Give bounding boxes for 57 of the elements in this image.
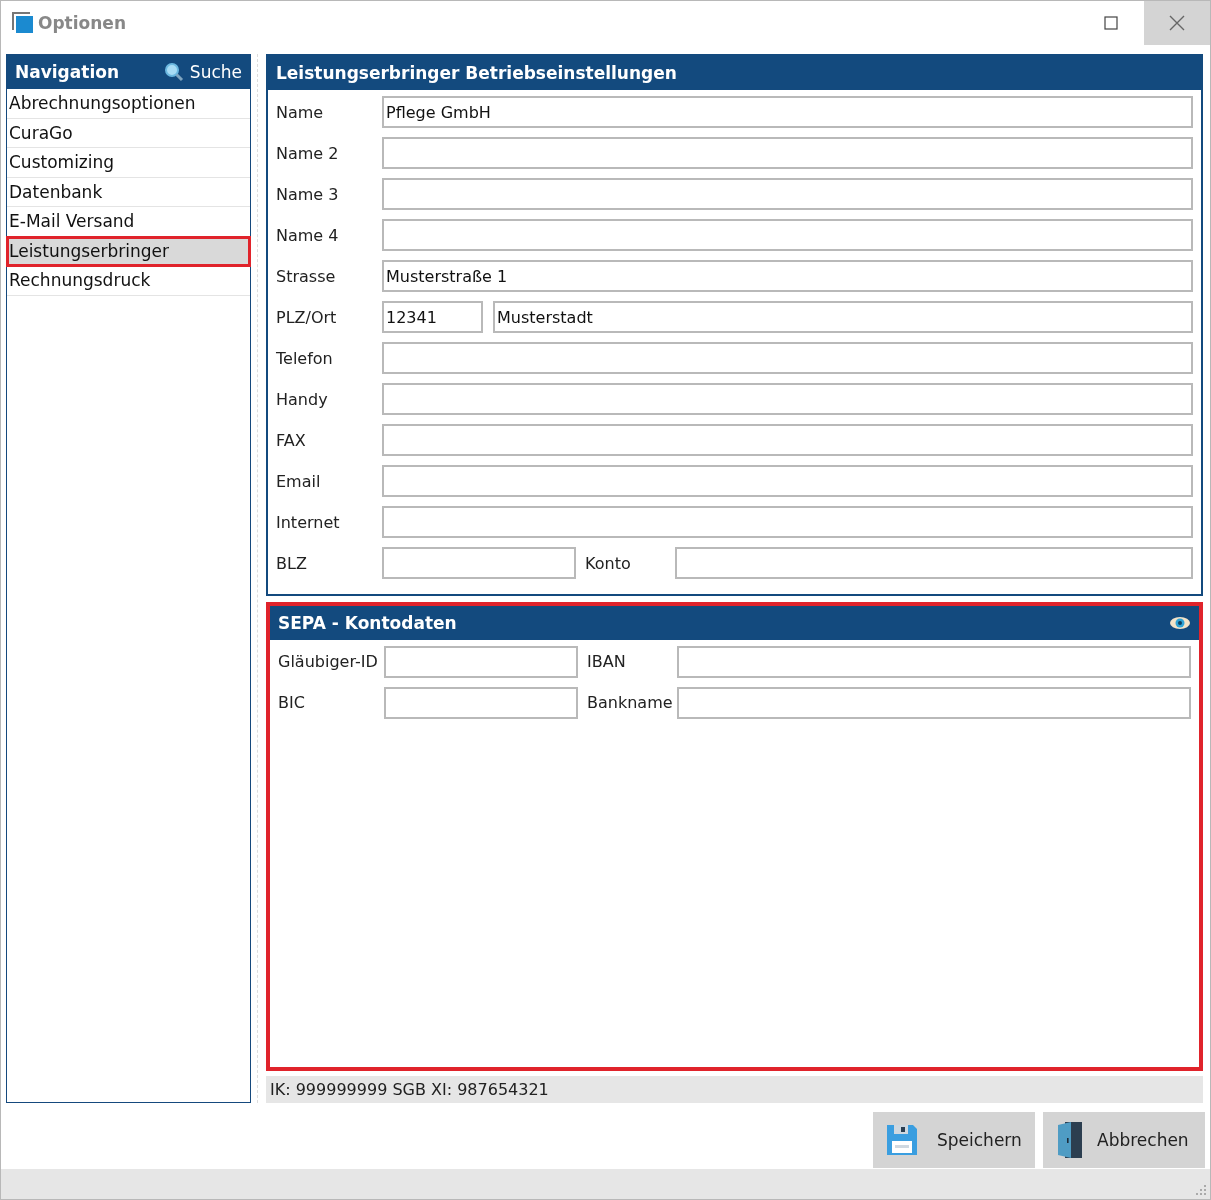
field-label: PLZ/Ort bbox=[276, 307, 338, 327]
nav-item[interactable]: Leistungserbringer bbox=[7, 236, 250, 266]
resize-grip-icon[interactable] bbox=[1196, 1185, 1206, 1195]
text-field[interactable] bbox=[382, 342, 1193, 374]
field-label: Konto bbox=[584, 553, 632, 573]
field-label: Gläubiger-ID bbox=[278, 652, 379, 672]
field-label: BIC bbox=[278, 693, 306, 713]
text-field[interactable] bbox=[384, 686, 578, 719]
field-label: Name 4 bbox=[276, 225, 340, 245]
app-icon bbox=[12, 12, 34, 34]
text-field[interactable] bbox=[382, 506, 1193, 538]
save-button[interactable]: Speichern bbox=[873, 1112, 1035, 1168]
window-title: Optionen bbox=[38, 13, 127, 33]
status-bar: IK: 999999999 SGB XI: 987654321 bbox=[266, 1076, 1203, 1103]
text-field[interactable] bbox=[382, 178, 1193, 210]
field-label: Name bbox=[276, 102, 325, 122]
field-label: Name 3 bbox=[276, 184, 340, 204]
maximize-icon bbox=[1104, 16, 1118, 30]
text-field[interactable]: Musterstraße 1 bbox=[382, 260, 1193, 292]
close-icon bbox=[1169, 15, 1185, 31]
text-field[interactable] bbox=[382, 383, 1193, 415]
field-label: Internet bbox=[276, 512, 341, 532]
panel-title: SEPA - Kontodaten bbox=[278, 612, 458, 633]
text-field[interactable] bbox=[677, 645, 1191, 678]
eye-icon[interactable] bbox=[1169, 615, 1191, 630]
field-label: FAX bbox=[276, 430, 307, 450]
nav-item[interactable]: Abrechnungsoptionen bbox=[7, 89, 250, 119]
door-icon bbox=[1057, 1121, 1083, 1159]
text-field[interactable] bbox=[382, 547, 576, 579]
panel-title: Leistungserbringer Betriebseinstellungen bbox=[276, 63, 678, 83]
panel-title: Navigation bbox=[15, 62, 120, 82]
nav-item[interactable]: CuraGo bbox=[7, 118, 250, 148]
nav-item[interactable]: Datenbank bbox=[7, 177, 250, 207]
text-field[interactable] bbox=[382, 465, 1193, 497]
field-label: Name 2 bbox=[276, 143, 340, 163]
cancel-button[interactable]: Abbrechen bbox=[1043, 1112, 1205, 1168]
search-icon bbox=[163, 62, 184, 82]
text-field[interactable] bbox=[677, 686, 1191, 719]
field-label: Email bbox=[276, 471, 322, 491]
text-field[interactable] bbox=[384, 645, 578, 678]
search-button[interactable]: Suche bbox=[163, 62, 242, 82]
text-field[interactable] bbox=[675, 547, 1193, 579]
nav-item[interactable]: Customizing bbox=[7, 148, 250, 178]
field-label: Handy bbox=[276, 389, 329, 409]
text-field[interactable] bbox=[382, 424, 1193, 456]
text-field[interactable] bbox=[382, 219, 1193, 251]
nav-item[interactable]: Rechnungsdruck bbox=[7, 266, 250, 296]
close-button[interactable] bbox=[1144, 1, 1210, 45]
text-field[interactable] bbox=[382, 137, 1193, 169]
field-label: Strasse bbox=[276, 266, 337, 286]
field-label: IBAN bbox=[586, 652, 627, 672]
text-field[interactable]: Pflege GmbH bbox=[382, 96, 1193, 128]
text-field[interactable]: Musterstadt bbox=[493, 301, 1193, 333]
field-label: Telefon bbox=[276, 348, 334, 368]
field-label: BLZ bbox=[276, 553, 308, 573]
text-field[interactable]: 12341 bbox=[382, 301, 483, 333]
field-label: Bankname bbox=[586, 693, 674, 713]
